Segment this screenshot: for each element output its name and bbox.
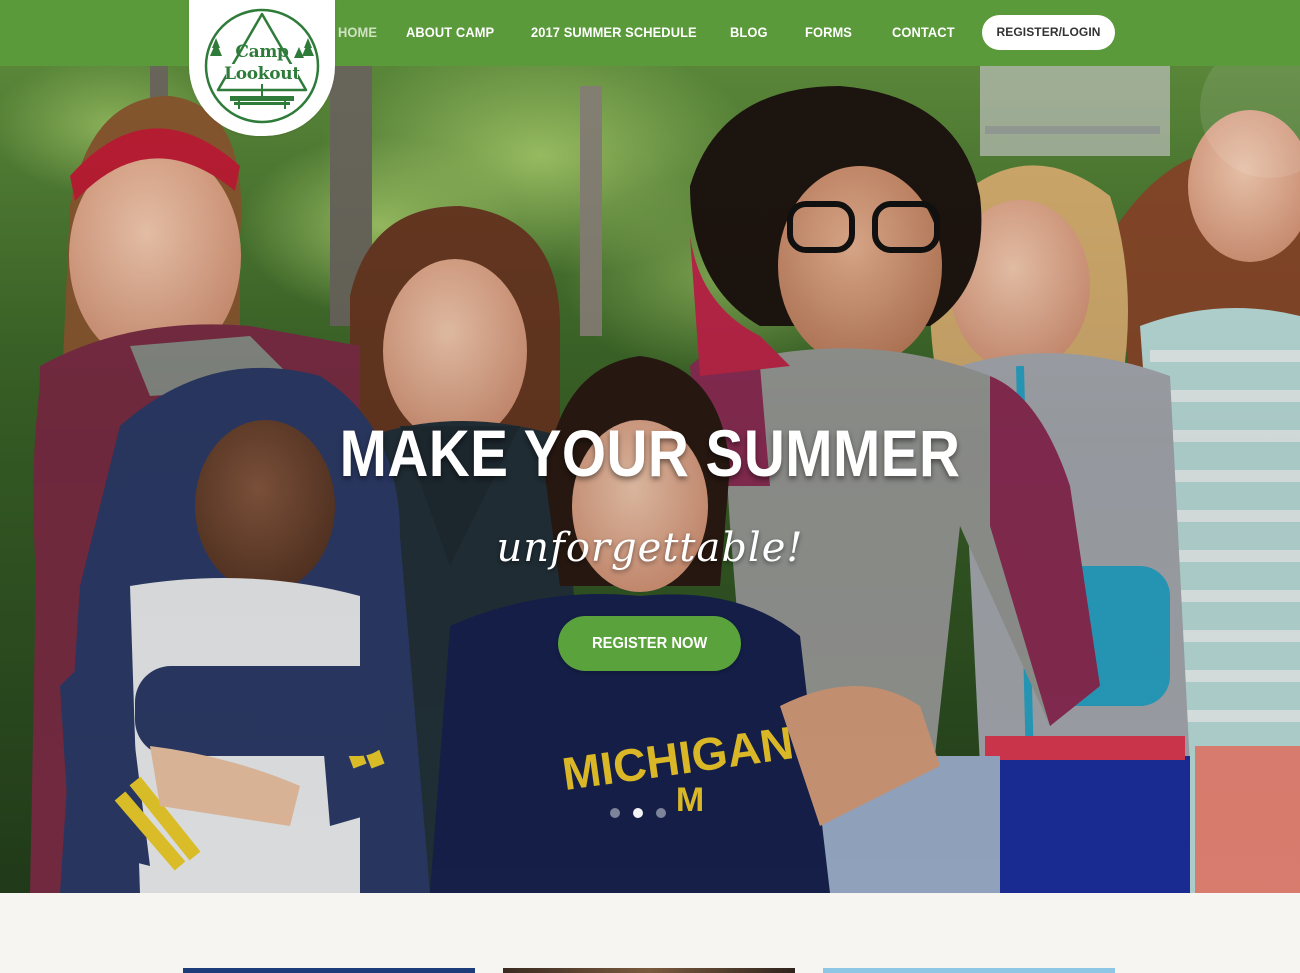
nav-item-home[interactable]: HOME [338,24,377,40]
hero-slider: MICHIGAN M MAKE YOUR SUMMER unforgettabl… [0,66,1300,893]
features-section [0,893,1300,973]
page: HOME ABOUT CAMP 2017 SUMMER SCHEDULE BLO… [0,0,1300,973]
nav-item-about-camp[interactable]: ABOUT CAMP [406,24,494,40]
slider-dot-1[interactable] [610,808,620,818]
site-logo[interactable]: Camp Lookout [189,0,335,136]
register-now-label: REGISTER NOW [591,635,708,652]
feature-card-3[interactable] [823,968,1115,973]
slider-dot-3[interactable] [656,808,666,818]
slider-pagination [610,808,670,820]
svg-text:M: M [676,781,704,819]
register-now-button[interactable]: REGISTER NOW [558,616,741,671]
camp-lookout-logo-icon [204,8,320,124]
nav-item-contact[interactable]: CONTACT [892,24,955,40]
hero-title: MAKE YOUR SUMMER [339,416,961,490]
register-login-button[interactable]: REGISTER/LOGIN [982,15,1115,50]
nav-item-forms[interactable]: FORMS [805,24,852,40]
slider-dot-2-active[interactable] [633,808,643,818]
nav-item-summer-schedule[interactable]: 2017 SUMMER SCHEDULE [531,24,697,40]
hero-subtitle: unforgettable! [496,525,804,571]
nav-item-blog[interactable]: BLOG [730,24,768,40]
feature-card-1[interactable] [183,968,475,973]
feature-card-2[interactable] [503,968,795,973]
